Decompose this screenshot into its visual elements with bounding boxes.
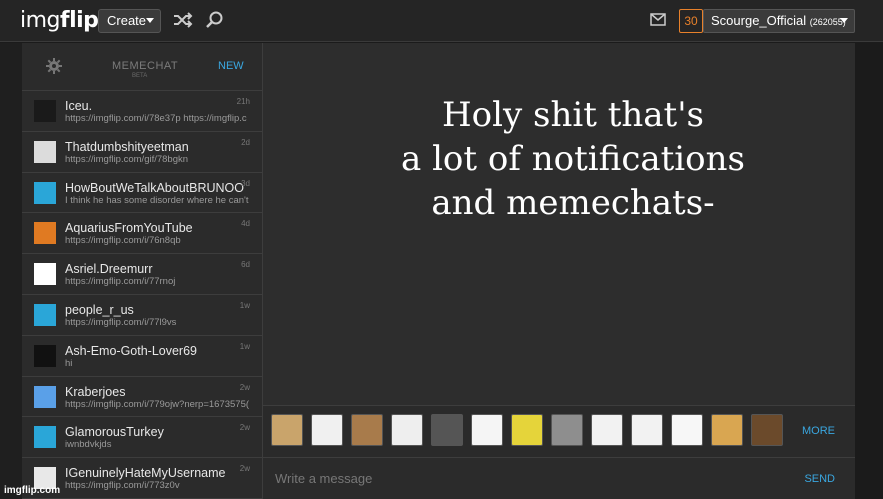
new-chat-button[interactable]: NEW	[218, 60, 244, 72]
chat-time: 1w	[239, 341, 250, 351]
search-icon[interactable]	[205, 10, 225, 35]
jesus-reaction[interactable]	[351, 414, 383, 446]
scumbag-hat-reaction[interactable]	[431, 414, 463, 446]
chat-list-item[interactable]: AquariusFromYouTube https://imgflip.com/i…	[22, 213, 262, 255]
chat-time: 6d	[241, 260, 250, 270]
chat-list-item[interactable]: Iceu. https://imgflip.com/i/78e37p https:…	[22, 91, 262, 132]
create-label: Create	[107, 13, 147, 28]
message-input[interactable]: Write a message	[275, 471, 372, 486]
chat-time: 2d	[241, 137, 250, 147]
user-menu-button[interactable]: Scourge_Official (262055)	[703, 9, 855, 33]
create-button[interactable]: Create	[98, 9, 161, 33]
avatar	[34, 100, 56, 122]
pepe-reaction[interactable]	[551, 414, 583, 446]
chat-time: 2w	[239, 382, 250, 392]
derp-reaction[interactable]	[591, 414, 623, 446]
rage-face-reaction[interactable]	[311, 414, 343, 446]
chat-last-message: https://imgflip.com/gif/78bgkn	[65, 153, 189, 165]
caption-line-3: and memechats-	[431, 183, 715, 224]
beta-label: BETA	[132, 73, 148, 79]
compose-bar: Write a message SEND	[263, 457, 855, 499]
chat-list-item[interactable]: Asriel.Dreemurr https://imgflip.com/i/77r…	[22, 254, 262, 295]
memechat-header: MEMECHAT BETA NEW	[22, 43, 262, 91]
chat-time: 21h	[236, 97, 250, 106]
chat-name: Asriel.Dreemurr	[65, 262, 153, 277]
chevron-down-icon	[840, 18, 848, 23]
chat-last-message: https://imgflip.com/i/773z0v	[65, 480, 180, 492]
spongebob-reaction[interactable]	[511, 414, 543, 446]
thinking-face-reaction[interactable]	[671, 414, 703, 446]
memechat-sidebar: MEMECHAT BETA NEW Iceu. https://imgflip.c…	[22, 43, 263, 499]
avatar	[34, 222, 56, 245]
chat-name: IGenuinelyHateMyUsername	[65, 466, 226, 481]
avatar	[34, 263, 56, 286]
chat-name: Kraberjoes	[65, 384, 126, 399]
mail-icon[interactable]	[650, 13, 666, 31]
avatar	[34, 385, 56, 408]
top-bar: imgflip Create 30 Scourge_Official (2620…	[0, 0, 883, 42]
doge-reaction[interactable]	[711, 414, 743, 446]
caption-line-1: Holy shit that's	[442, 95, 704, 135]
chat-list-item[interactable]: people_r_us https://imgflip.com/i/77l9vs 1…	[22, 295, 262, 336]
chat-name: Ash-Emo-Goth-Lover69	[65, 343, 198, 358]
chat-list-item[interactable]: Thatdumbshityeetman https://imgflip.com/g…	[22, 132, 262, 173]
chat-last-message: https://imgflip.com/i/76n8qb	[65, 235, 181, 247]
avatar	[34, 303, 56, 326]
chat-last-message: hi	[65, 357, 73, 369]
imgflip-watermark: imgflip.com	[4, 485, 61, 496]
meme-caption: Holy shit that's a lot of notifications …	[263, 93, 883, 226]
chat-list-item[interactable]: Kraberjoes https://imgflip.com/i/779ojw?n…	[22, 377, 262, 418]
chat-name: AquariusFromYouTube	[65, 221, 193, 236]
chat-time: 2w	[239, 423, 250, 433]
notification-count[interactable]: 30	[679, 9, 703, 33]
shuffle-icon[interactable]	[172, 10, 194, 35]
chat-last-message: https://imgflip.com/i/779ojw?nerp=167357…	[65, 398, 250, 410]
chat-list-item[interactable]: Ash-Emo-Goth-Lover69 hi 1w	[22, 336, 262, 377]
omg-face-reaction[interactable]	[631, 414, 663, 446]
logo-text-img: img	[20, 8, 61, 33]
chat-name: people_r_us	[65, 302, 134, 317]
chat-time: 3d	[241, 178, 250, 188]
memechat-title: MEMECHAT	[112, 60, 179, 72]
chat-name: Iceu.	[65, 99, 93, 113]
leo-toast-reaction[interactable]	[751, 414, 783, 446]
chevron-down-icon	[146, 18, 154, 23]
gear-icon[interactable]	[46, 58, 62, 79]
right-gutter	[855, 43, 883, 499]
chat-last-message: I think he has some disorder where he ca…	[65, 194, 249, 206]
send-button[interactable]: SEND	[804, 473, 835, 485]
chat-name: HowBoutWeTalkAboutBRUNOO	[65, 180, 245, 195]
troll-face-reaction[interactable]	[471, 414, 503, 446]
imgflip-logo[interactable]: imgflip	[20, 8, 99, 33]
chat-list-item[interactable]: GlamorousTurkey iwnbdvkjds 2w	[22, 417, 262, 459]
chat-time: 1w	[239, 300, 250, 310]
chat-last-message: https://imgflip.com/i/78e37p https://img…	[65, 113, 247, 124]
left-gutter	[0, 43, 22, 499]
avatar	[34, 140, 56, 163]
chat-last-message: https://imgflip.com/i/77rnoj	[65, 276, 176, 288]
avatar	[34, 181, 56, 204]
chat-name: GlamorousTurkey	[65, 425, 164, 440]
reaction-bar: MORE	[263, 405, 855, 457]
avatar	[34, 344, 56, 367]
chat-list-item[interactable]: HowBoutWeTalkAboutBRUNOO I think he has s…	[22, 173, 262, 214]
chat-list: Iceu. https://imgflip.com/i/78e37p https:…	[22, 91, 262, 499]
caption-line-2: a lot of notifications	[400, 139, 745, 180]
okay-face-reaction[interactable]	[391, 414, 423, 446]
avatar	[34, 426, 56, 449]
logo-text-flip: flip	[60, 8, 99, 33]
chat-last-message: iwnbdvkjds	[65, 439, 112, 451]
chat-time: 4d	[241, 219, 250, 229]
more-reactions-button[interactable]: MORE	[802, 425, 835, 437]
doge-cat-reaction[interactable]	[271, 414, 303, 446]
chat-time: 2w	[239, 464, 250, 474]
chat-name: Thatdumbshityeetman	[65, 139, 189, 154]
chat-last-message: https://imgflip.com/i/77l9vs	[65, 316, 177, 328]
username: Scourge_Official	[711, 13, 807, 28]
chat-main: Holy shit that's a lot of notifications …	[263, 43, 855, 499]
